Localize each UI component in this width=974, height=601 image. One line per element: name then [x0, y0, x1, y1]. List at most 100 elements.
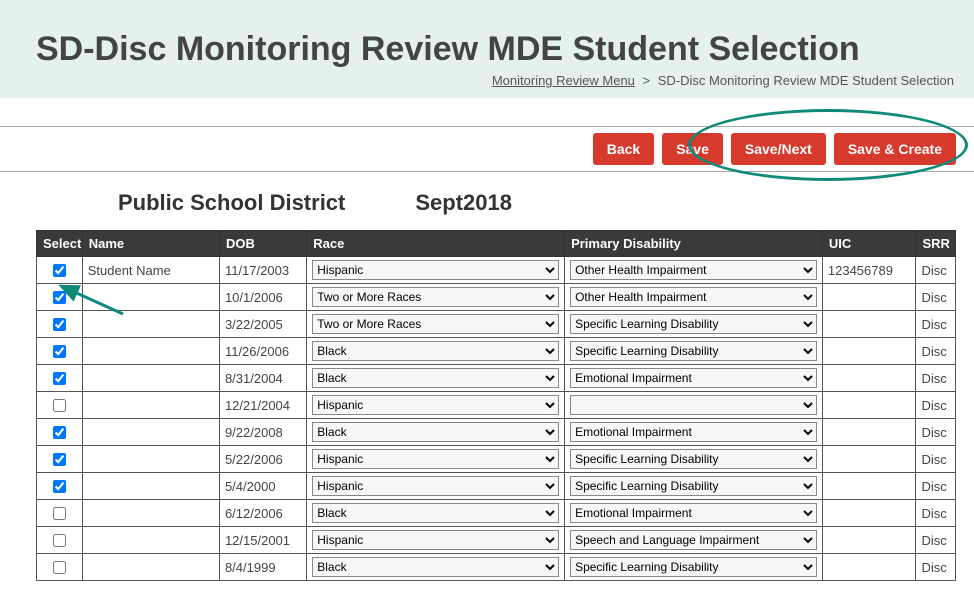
dob-cell: 6/12/2006 [219, 500, 306, 527]
disability-select[interactable]: Emotional Impairment [570, 368, 817, 388]
disability-select[interactable]: Emotional Impairment [570, 422, 817, 442]
disability-select[interactable] [570, 395, 817, 415]
race-select[interactable]: Hispanic [312, 449, 559, 469]
srr-cell: Disc [916, 257, 956, 284]
select-checkbox[interactable] [53, 399, 66, 412]
race-select[interactable]: Hispanic [312, 530, 559, 550]
table-row: 12/15/2001 Hispanic Speech and Language Im… [37, 527, 956, 554]
page-title: SD-Disc Monitoring Review MDE Student Se… [36, 30, 956, 69]
srr-cell: Disc [916, 365, 956, 392]
disability-select[interactable]: Other Health Impairment [570, 287, 817, 307]
uic-cell [822, 338, 916, 365]
table-row: 5/4/2000 Hispanic Specific Learning Disabi… [37, 473, 956, 500]
disability-select[interactable]: Emotional Impairment [570, 503, 817, 523]
disability-select[interactable]: Specific Learning Disability [570, 557, 817, 577]
srr-cell: Disc [916, 392, 956, 419]
breadcrumb-current: SD-Disc Monitoring Review MDE Student Se… [658, 73, 954, 88]
srr-cell: Disc [916, 473, 956, 500]
subhead: Public School District Sept2018 [0, 172, 974, 230]
name-cell: Student Name [82, 257, 219, 284]
breadcrumb-link-monitoring-menu[interactable]: Monitoring Review Menu [492, 73, 635, 88]
table-row: 12/21/2004 Hispanic Disc [37, 392, 956, 419]
name-cell [82, 365, 219, 392]
select-checkbox[interactable] [53, 534, 66, 547]
name-cell [82, 284, 219, 311]
uic-cell [822, 500, 916, 527]
dob-cell: 11/17/2003 [219, 257, 306, 284]
dob-cell: 12/21/2004 [219, 392, 306, 419]
srr-cell: Disc [916, 419, 956, 446]
table-row: 11/26/2006 Black Specific Learning Disabil… [37, 338, 956, 365]
race-select[interactable]: Two or More Races [312, 287, 559, 307]
save-button[interactable]: Save [662, 133, 723, 165]
select-checkbox[interactable] [53, 426, 66, 439]
select-checkbox[interactable] [53, 507, 66, 520]
dob-cell: 8/4/1999 [219, 554, 306, 581]
race-select[interactable]: Hispanic [312, 476, 559, 496]
select-checkbox[interactable] [53, 318, 66, 331]
table-row: 5/22/2006HispanicSpecific Learning Disab… [37, 446, 956, 473]
race-select[interactable]: Two or More Races [312, 314, 559, 334]
uic-cell [822, 473, 916, 500]
col-race: Race [307, 231, 565, 257]
uic-cell [822, 365, 916, 392]
dob-cell: 8/31/2004 [219, 365, 306, 392]
dob-cell: 3/22/2005 [219, 311, 306, 338]
col-srr: SRR [916, 231, 956, 257]
disability-select[interactable]: Other Health Impairment [570, 260, 817, 280]
select-checkbox[interactable] [53, 561, 66, 574]
table-row: Student Name11/17/2003 Hispanic Other Heal… [37, 257, 956, 284]
period-label: Sept2018 [415, 190, 512, 216]
race-select[interactable]: Black [312, 557, 559, 577]
name-cell [82, 419, 219, 446]
select-checkbox[interactable] [53, 291, 66, 304]
srr-cell: Disc [916, 500, 956, 527]
disability-select[interactable]: Specific Learning Disability [570, 449, 817, 469]
select-checkbox[interactable] [53, 453, 66, 466]
dob-cell: 9/22/2008 [219, 419, 306, 446]
srr-cell: Disc [916, 446, 956, 473]
dob-cell: 5/4/2000 [219, 473, 306, 500]
select-checkbox[interactable] [53, 372, 66, 385]
table-row: 9/22/2008 Black Emotional Impairment Disc [37, 419, 956, 446]
table-row: 6/12/2006 Black Emotional Impairment Disc [37, 500, 956, 527]
table-row: 8/4/1999 Black Specific Learning Disabilit… [37, 554, 956, 581]
srr-cell: Disc [916, 527, 956, 554]
race-select[interactable]: Hispanic [312, 395, 559, 415]
disability-select[interactable]: Specific Learning Disability [570, 341, 817, 361]
select-checkbox[interactable] [53, 480, 66, 493]
disability-select[interactable]: Specific Learning Disability [570, 476, 817, 496]
srr-cell: Disc [916, 311, 956, 338]
breadcrumb-separator: > [643, 73, 651, 88]
col-name: Name [82, 231, 219, 257]
name-cell [82, 338, 219, 365]
name-cell [82, 392, 219, 419]
col-dob: DOB [219, 231, 306, 257]
student-table: Select Name DOB Race Primary Disability … [36, 230, 956, 581]
race-select[interactable]: Black [312, 368, 559, 388]
table-row: 3/22/2005 Two or More Races Specific Learn… [37, 311, 956, 338]
select-checkbox[interactable] [53, 264, 66, 277]
toolbar: Back Save Save/Next Save & Create [18, 133, 956, 165]
race-select[interactable]: Black [312, 422, 559, 442]
disability-select[interactable]: Specific Learning Disability [570, 314, 817, 334]
dob-cell: 12/15/2001 [219, 527, 306, 554]
back-button[interactable]: Back [593, 133, 654, 165]
save-next-button[interactable]: Save/Next [731, 133, 826, 165]
race-select[interactable]: Black [312, 503, 559, 523]
race-select[interactable]: Hispanic [312, 260, 559, 280]
race-select[interactable]: Black [312, 341, 559, 361]
district-name: Public School District [118, 190, 345, 216]
srr-cell: Disc [916, 554, 956, 581]
name-cell [82, 311, 219, 338]
uic-cell [822, 392, 916, 419]
table-row: 10/1/2006Two or More RacesOther Health I… [37, 284, 956, 311]
disability-select[interactable]: Speech and Language Impairment [570, 530, 817, 550]
dob-cell: 11/26/2006 [219, 338, 306, 365]
select-checkbox[interactable] [53, 345, 66, 358]
name-cell [82, 500, 219, 527]
uic-cell [822, 311, 916, 338]
srr-cell: Disc [916, 338, 956, 365]
name-cell [82, 527, 219, 554]
save-create-button[interactable]: Save & Create [834, 133, 956, 165]
